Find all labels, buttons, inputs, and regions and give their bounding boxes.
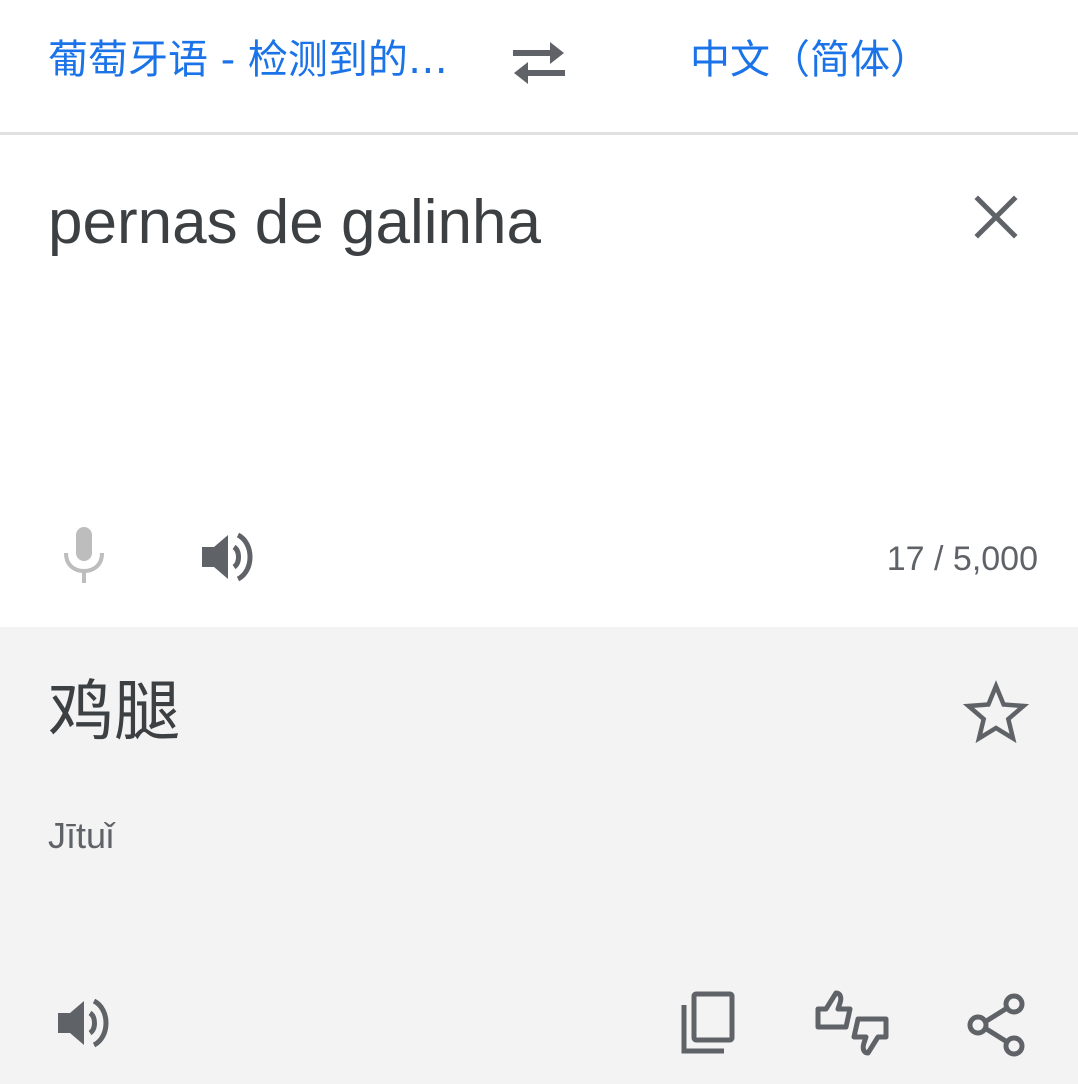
listen-source-button[interactable] <box>196 527 260 587</box>
translated-text: 鸡腿 <box>48 673 180 750</box>
star-outline-icon <box>962 680 1030 744</box>
swap-languages-button[interactable] <box>506 36 572 88</box>
character-count: 17 / 5,000 <box>886 540 1038 578</box>
romanization-text: Jītuǐ <box>48 815 115 856</box>
language-bar: 葡萄牙语 - 检测到的… 中文（简体） <box>0 0 1078 135</box>
listen-translation-button[interactable] <box>52 993 116 1053</box>
close-icon <box>974 195 1018 239</box>
thumbs-feedback-icon <box>815 990 889 1056</box>
source-text-input[interactable]: pernas de galinha <box>48 183 541 263</box>
copy-translation-button[interactable] <box>676 989 740 1057</box>
clear-input-button[interactable] <box>966 187 1026 247</box>
share-icon <box>967 993 1025 1057</box>
copy-icon <box>681 991 735 1054</box>
save-translation-button[interactable] <box>962 679 1030 747</box>
source-input-panel: pernas de galinha 17 / 5,000 <box>0 135 1078 627</box>
microphone-icon <box>64 527 104 583</box>
microphone-button[interactable] <box>54 523 114 587</box>
speaker-icon <box>58 998 109 1048</box>
target-language-selector[interactable]: 中文（简体） <box>690 34 990 86</box>
speaker-icon <box>202 532 253 582</box>
swap-arrows-icon <box>513 42 565 84</box>
share-translation-button[interactable] <box>964 991 1030 1059</box>
rate-translation-button[interactable] <box>812 987 892 1059</box>
source-language-selector[interactable]: 葡萄牙语 - 检测到的… <box>48 34 458 86</box>
translation-output-panel: 鸡腿 Jītuǐ <box>0 627 1078 1084</box>
